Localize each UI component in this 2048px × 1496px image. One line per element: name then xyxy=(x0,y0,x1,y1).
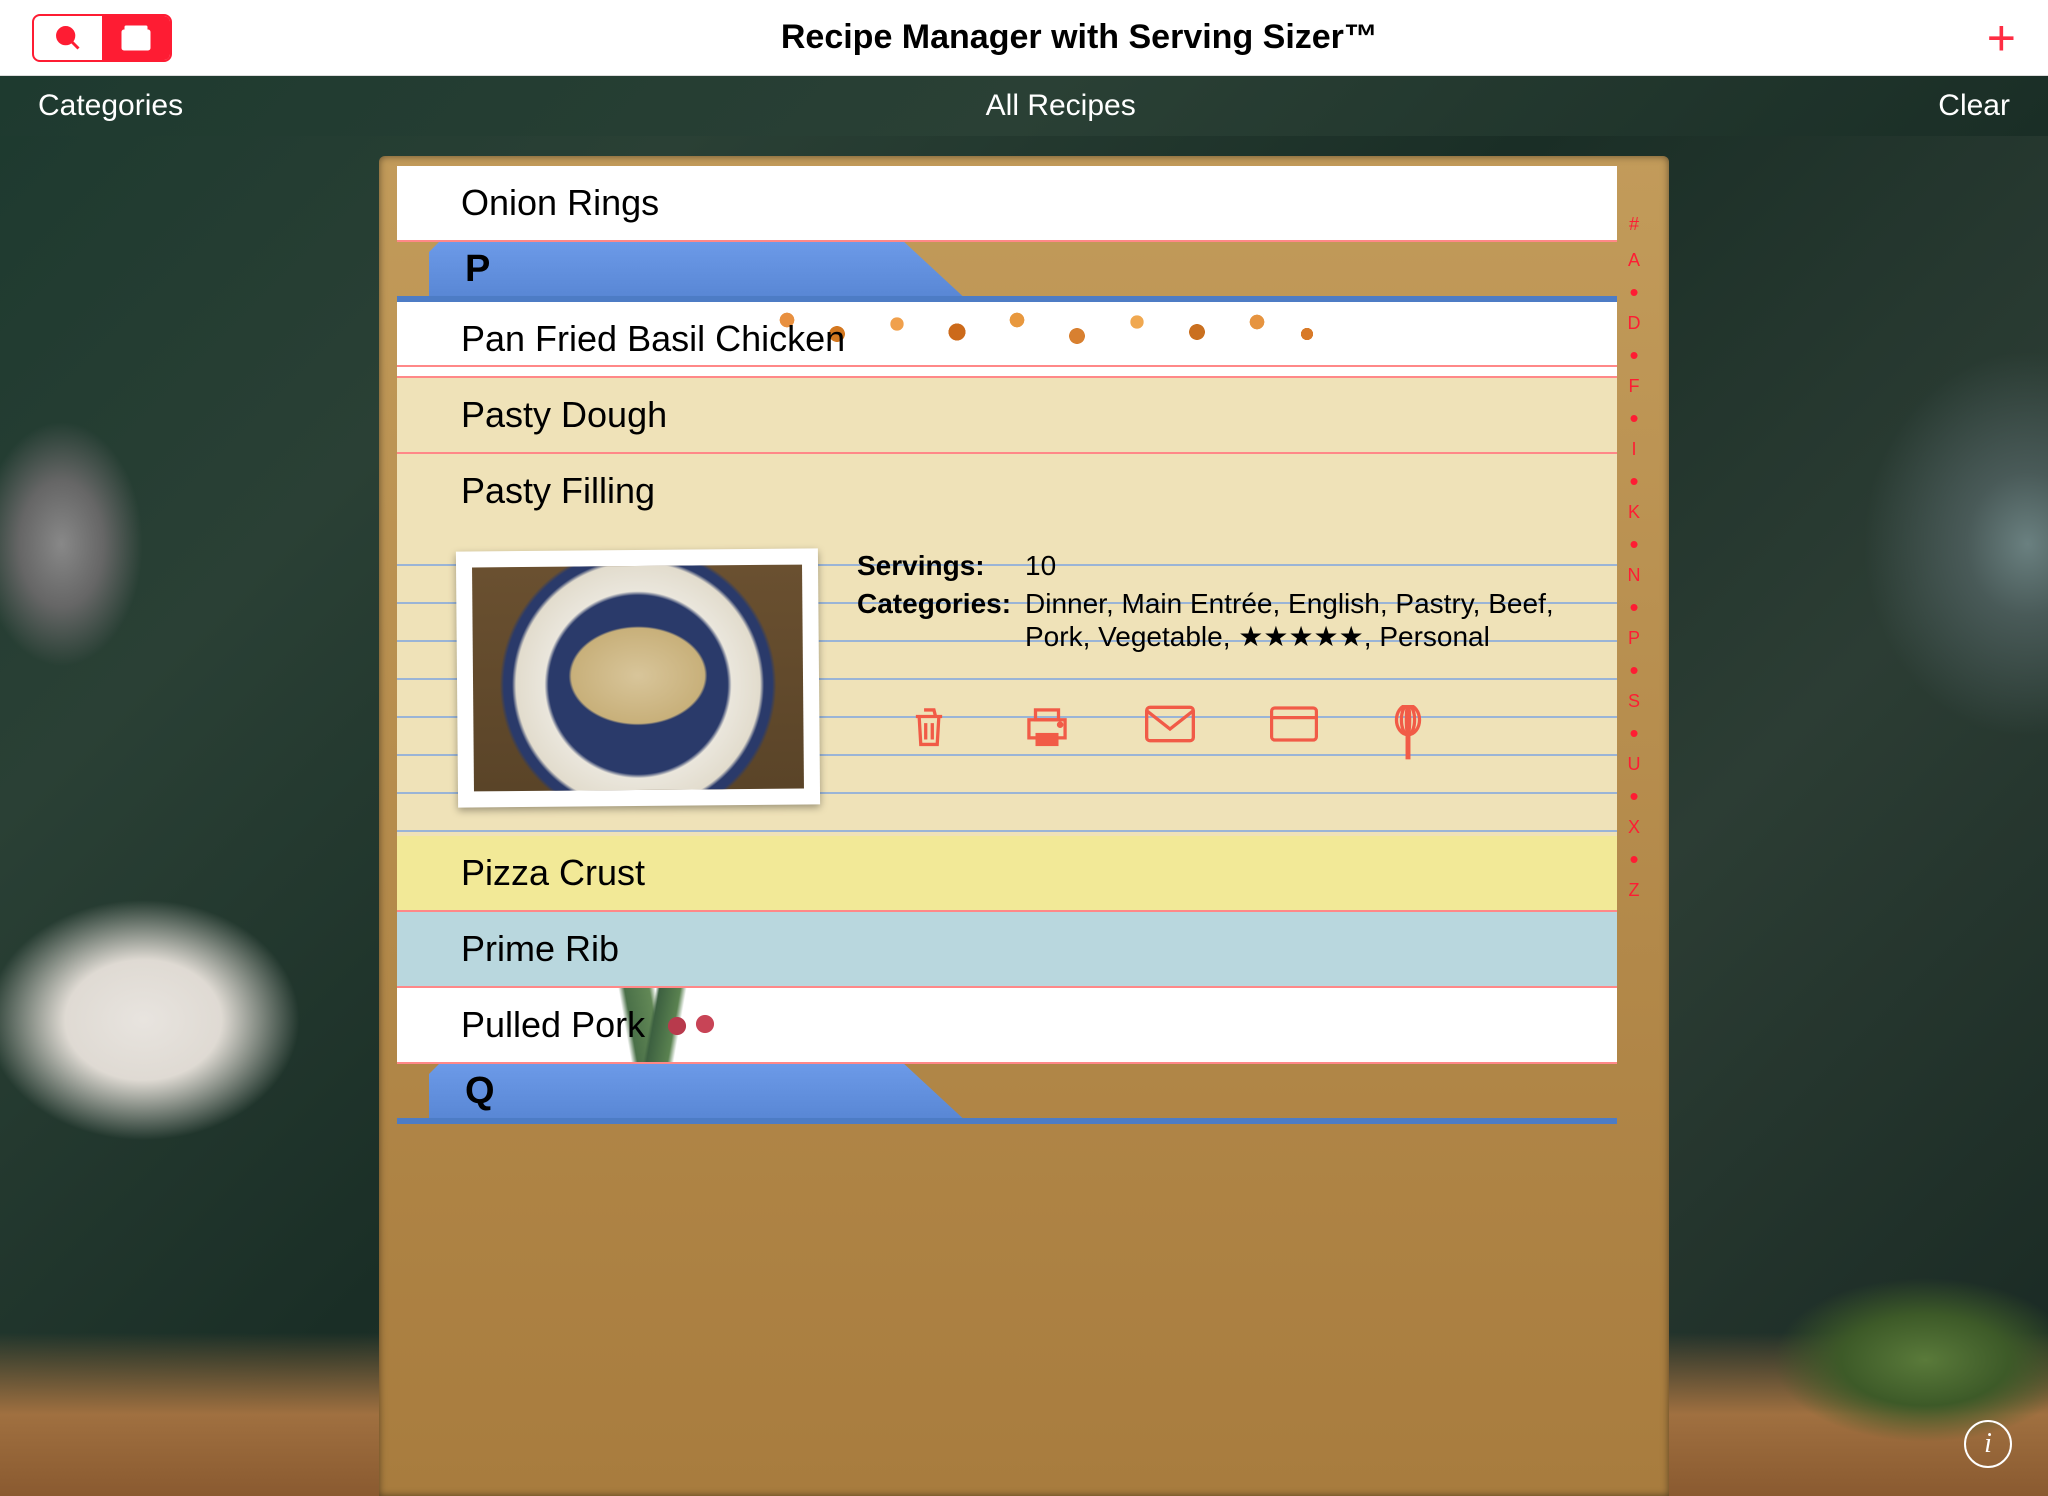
index-dot[interactable]: • xyxy=(1629,790,1638,802)
recipe-title: Pulled Pork xyxy=(397,988,1617,1062)
recipe-photo-frame[interactable] xyxy=(456,548,820,807)
section-divider-p: P xyxy=(397,242,1617,302)
search-icon xyxy=(54,24,82,52)
index-dot[interactable]: • xyxy=(1629,475,1638,487)
recipe-list[interactable]: Onion Rings P Pan Fried Basil Chicken Pa… xyxy=(397,166,1617,1496)
categories-value: Dinner, Main Entrée, English, Pastry, Be… xyxy=(1025,588,1587,653)
recipe-row[interactable]: Pulled Pork xyxy=(397,988,1617,1064)
servings-value: 10 xyxy=(1025,550,1587,582)
index-letter[interactable]: S xyxy=(1628,691,1640,712)
index-dot[interactable]: • xyxy=(1629,349,1638,361)
recipe-details: Servings: 10 Categories: Dinner, Main En… xyxy=(857,550,1587,806)
recipe-row[interactable]: Pan Fried Basil Chicken xyxy=(397,302,1617,378)
card-icon[interactable] xyxy=(1270,705,1318,743)
email-icon[interactable] xyxy=(1145,705,1195,743)
categories-button[interactable]: Categories xyxy=(38,89,183,123)
servings-label: Servings: xyxy=(857,550,1025,582)
index-letter[interactable]: # xyxy=(1629,214,1639,235)
recipe-detail-panel: Servings: 10 Categories: Dinner, Main En… xyxy=(397,528,1617,836)
print-icon[interactable] xyxy=(1024,705,1070,751)
recipe-title: Pasty Dough xyxy=(397,378,1617,452)
top-bar: Recipe Manager with Serving Sizer™ + xyxy=(0,0,2048,76)
recipe-row[interactable]: Onion Rings xyxy=(397,166,1617,242)
tab-shape xyxy=(429,242,969,302)
index-letter[interactable]: I xyxy=(1631,439,1636,460)
main-area: Onion Rings P Pan Fried Basil Chicken Pa… xyxy=(0,136,2048,1496)
index-letter[interactable]: U xyxy=(1628,754,1641,775)
add-recipe-button[interactable]: + xyxy=(1987,9,2016,67)
info-icon: i xyxy=(1984,1428,1992,1460)
trash-icon[interactable] xyxy=(909,705,949,751)
tab-shape xyxy=(429,1064,969,1124)
info-button[interactable]: i xyxy=(1964,1420,2012,1468)
recipe-title: Pan Fried Basil Chicken xyxy=(397,302,1617,376)
recipe-actions xyxy=(909,705,1587,761)
index-dot[interactable]: • xyxy=(1629,853,1638,865)
index-dot[interactable]: • xyxy=(1629,664,1638,676)
section-letter: Q xyxy=(465,1070,495,1113)
alphabet-index[interactable]: # A • D • F • I • K • N • P • S • U • X … xyxy=(1617,166,1651,1496)
view-mode-segmented[interactable] xyxy=(32,14,172,62)
index-dot[interactable]: • xyxy=(1629,538,1638,550)
recipe-row[interactable]: Pasty Dough xyxy=(397,378,1617,454)
recipe-row[interactable]: Prime Rib xyxy=(397,912,1617,988)
index-letter[interactable]: N xyxy=(1628,565,1641,586)
categories-label: Categories: xyxy=(857,588,1025,653)
index-dot[interactable]: • xyxy=(1629,286,1638,298)
recipe-title: Onion Rings xyxy=(397,166,1617,240)
index-letter[interactable]: Z xyxy=(1629,880,1640,901)
index-dot[interactable]: • xyxy=(1629,412,1638,424)
recipe-title: Prime Rib xyxy=(397,912,1617,986)
app-title: Recipe Manager with Serving Sizer™ xyxy=(172,18,1987,57)
index-letter[interactable]: P xyxy=(1628,628,1640,649)
recipe-title: Pizza Crust xyxy=(397,836,1617,910)
index-letter[interactable]: F xyxy=(1629,376,1640,397)
recipe-title: Pasty Filling xyxy=(397,454,1617,528)
index-letter[interactable]: K xyxy=(1628,502,1640,523)
box-icon xyxy=(121,25,151,51)
recipe-row-expanded[interactable]: Pasty Filling Servings: 10 Categories: D… xyxy=(397,454,1617,836)
list-title: All Recipes xyxy=(183,89,1938,123)
box-mode-button[interactable] xyxy=(102,16,170,60)
section-letter: P xyxy=(465,248,490,291)
index-letter[interactable]: X xyxy=(1628,817,1640,838)
index-dot[interactable]: • xyxy=(1629,601,1638,613)
index-letter[interactable]: A xyxy=(1628,250,1640,271)
search-mode-button[interactable] xyxy=(34,16,102,60)
index-letter[interactable]: D xyxy=(1628,313,1641,334)
section-divider-q: Q xyxy=(397,1064,1617,1124)
recipe-box: Onion Rings P Pan Fried Basil Chicken Pa… xyxy=(379,156,1669,1496)
clear-button[interactable]: Clear xyxy=(1938,89,2010,123)
recipe-row[interactable]: Pizza Crust xyxy=(397,836,1617,912)
sub-bar: Categories All Recipes Clear xyxy=(0,76,2048,136)
whisk-icon[interactable] xyxy=(1393,705,1423,761)
index-dot[interactable]: • xyxy=(1629,727,1638,739)
recipe-photo xyxy=(472,565,804,792)
